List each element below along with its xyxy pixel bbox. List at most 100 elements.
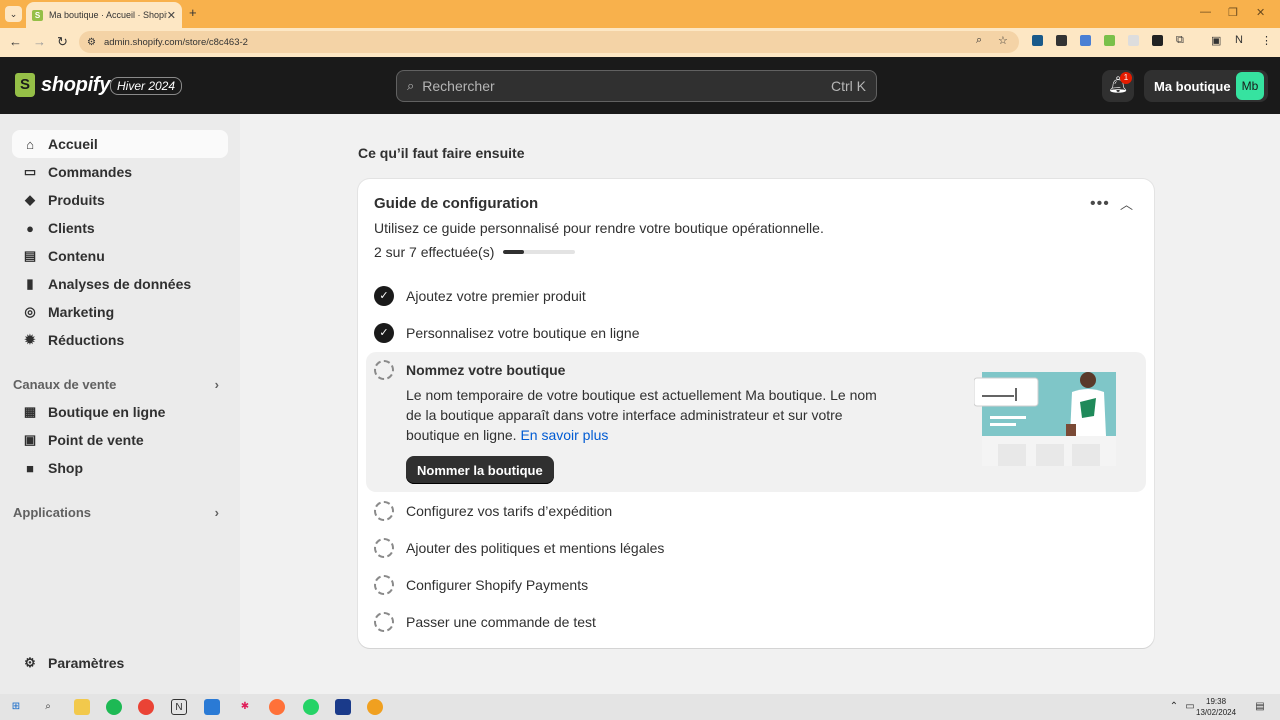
minimize-icon[interactable]: —	[1200, 6, 1211, 18]
progress-fill	[503, 250, 524, 254]
sidebar-item-shop[interactable]: ■ Shop	[12, 454, 228, 482]
task-item[interactable]: Passer une commande de test	[374, 612, 596, 632]
sidebar-item-label: Réductions	[48, 332, 125, 348]
check-circle-icon: ✓	[374, 286, 394, 306]
sidepanel-icon[interactable]: ▣	[1211, 34, 1221, 47]
task-label: Ajoutez votre premier produit	[406, 288, 586, 304]
extension-icon[interactable]	[1056, 35, 1067, 46]
task-label: Personnalisez votre boutique en ligne	[406, 325, 640, 341]
tab-search-icon[interactable]: ⌄	[5, 6, 22, 22]
forward-icon[interactable]: →	[33, 34, 46, 49]
reload-icon[interactable]: ↻	[57, 34, 68, 50]
task-item-done[interactable]: ✓ Personnalisez votre boutique en ligne	[374, 323, 640, 343]
browser-menu-icon[interactable]: ⋮	[1261, 34, 1272, 47]
task-title[interactable]: Nommez votre boutique	[406, 362, 565, 378]
pos-icon: ▣	[23, 432, 37, 447]
sidebar-item-clients[interactable]: ● Clients	[12, 214, 228, 242]
system-clock[interactable]: 19:38 13/02/2024	[1196, 696, 1236, 718]
avatar: Mb	[1236, 72, 1264, 100]
outlook-icon[interactable]	[204, 699, 220, 715]
site-info-icon[interactable]: ⚙	[87, 37, 96, 48]
extension-icon[interactable]	[1152, 35, 1163, 46]
tray-chevron-icon[interactable]: ⌃	[1166, 699, 1182, 715]
shopify-logo[interactable]: shopify	[15, 73, 110, 97]
back-icon[interactable]: ←	[9, 34, 22, 49]
logo-text: shopify	[41, 73, 111, 96]
empty-circle-icon[interactable]	[374, 360, 394, 380]
chrome-icon[interactable]	[138, 699, 154, 715]
sidebar-item-label: Produits	[48, 192, 105, 208]
shopify-topbar: shopify Hiver 2024 ⌕ Rechercher Ctrl K 🔔…	[0, 57, 1280, 114]
chevron-up-icon[interactable]: ︿	[1120, 194, 1133, 213]
store-name: Ma boutique	[1154, 78, 1231, 94]
spotify-icon[interactable]	[106, 699, 122, 715]
name-store-button[interactable]: Nommer la boutique	[406, 456, 554, 484]
whatsapp-icon[interactable]	[303, 699, 319, 715]
sales-channels-header[interactable]: Canaux de vente ›	[13, 377, 219, 392]
section-label: Applications	[13, 505, 92, 520]
store-menu-button[interactable]: Ma boutique Mb	[1144, 70, 1268, 102]
search-icon[interactable]: ⌕	[40, 699, 56, 715]
chrome-canary-icon[interactable]	[367, 699, 383, 715]
bookmark-star-icon[interactable]: ☆	[998, 34, 1008, 47]
notification-center-icon[interactable]: ▤	[1252, 699, 1268, 715]
extension-icon[interactable]	[1032, 35, 1043, 46]
sidebar-item-produits[interactable]: ◆ Produits	[12, 186, 228, 214]
sidebar-item-parametres[interactable]: ⚙ Paramètres	[12, 649, 228, 677]
shopify-favicon-icon: S	[32, 9, 43, 21]
sidebar-item-accueil[interactable]: ⌂ Accueil	[12, 130, 228, 158]
sidebar-item-contenu[interactable]: ▤ Contenu	[12, 242, 228, 270]
target-icon: ◎	[24, 304, 36, 319]
browser-tab[interactable]: S Ma boutique · Accueil · Shopify ✕	[26, 2, 182, 28]
window-close-icon[interactable]: ✕	[1256, 6, 1265, 19]
maximize-icon[interactable]: ❐	[1228, 6, 1238, 19]
url-field[interactable]: ⚙ admin.shopify.com/store/c8c463-2	[79, 31, 1019, 53]
edition-badge[interactable]: Hiver 2024	[110, 77, 183, 95]
extension-icon[interactable]	[1128, 35, 1139, 46]
close-tab-icon[interactable]: ✕	[167, 9, 176, 22]
task-item[interactable]: Ajouter des politiques et mentions légal…	[374, 538, 664, 558]
windows-start-icon[interactable]: ⊞	[8, 699, 24, 715]
notifications-button[interactable]: 🔔︎ 1	[1102, 70, 1134, 102]
zoom-icon[interactable]: ⌕	[976, 34, 982, 47]
extension-icon[interactable]	[1104, 35, 1115, 46]
sidebar-item-label: Marketing	[48, 304, 115, 320]
inbox-icon: ▭	[23, 164, 37, 179]
search-placeholder: Rechercher	[422, 78, 495, 94]
app-icon[interactable]	[335, 699, 351, 715]
sidebar-item-reductions[interactable]: ✹ Réductions	[12, 326, 228, 354]
applications-header[interactable]: Applications ›	[13, 505, 219, 520]
browser-tab-bar: ⌄ S Ma boutique · Accueil · Shopify ✕ + …	[0, 0, 1280, 28]
task-item-done[interactable]: ✓ Ajoutez votre premier produit	[374, 286, 586, 306]
content-icon: ▤	[23, 248, 37, 263]
profile-icon[interactable]: N	[1235, 34, 1243, 46]
extensions-puzzle-icon[interactable]: ⧉	[1176, 34, 1184, 47]
task-label: Passer une commande de test	[406, 614, 596, 630]
sidebar-item-marketing[interactable]: ◎ Marketing	[12, 298, 228, 326]
sidebar-item-commandes[interactable]: ▭ Commandes	[12, 158, 228, 186]
empty-circle-icon	[374, 612, 394, 632]
task-item[interactable]: Configurer Shopify Payments	[374, 575, 588, 595]
more-actions-icon[interactable]: •••	[1090, 195, 1110, 213]
guide-subtitle: Utilisez ce guide personnalisé pour rend…	[374, 220, 824, 236]
section-label: Canaux de vente	[13, 377, 117, 392]
task-label: Configurer Shopify Payments	[406, 577, 589, 593]
sidebar-item-point-de-vente[interactable]: ▣ Point de vente	[12, 426, 228, 454]
search-input[interactable]: ⌕ Rechercher Ctrl K	[396, 70, 877, 102]
slack-icon[interactable]: ✱	[237, 699, 253, 715]
task-item[interactable]: Configurez vos tarifs d’expédition	[374, 501, 612, 521]
file-explorer-icon[interactable]	[74, 699, 90, 715]
firefox-icon[interactable]	[269, 699, 285, 715]
new-tab-icon[interactable]: +	[189, 5, 197, 20]
extension-icon[interactable]	[1080, 35, 1091, 46]
notion-icon[interactable]: N	[171, 699, 187, 715]
empty-circle-icon	[374, 501, 394, 521]
sidebar-item-analyses[interactable]: ▮ Analyses de données	[12, 270, 228, 298]
person-icon: ●	[26, 220, 34, 236]
learn-more-link[interactable]: En savoir plus	[520, 427, 608, 443]
search-icon: ⌕	[407, 78, 415, 93]
description-text: Le nom temporaire de votre boutique est …	[406, 387, 877, 443]
url-text: admin.shopify.com/store/c8c463-2	[103, 36, 248, 48]
guide-progress-text: 2 sur 7 effectuée(s)	[374, 244, 495, 260]
sidebar-item-boutique-en-ligne[interactable]: ▦ Boutique en ligne	[12, 398, 228, 426]
